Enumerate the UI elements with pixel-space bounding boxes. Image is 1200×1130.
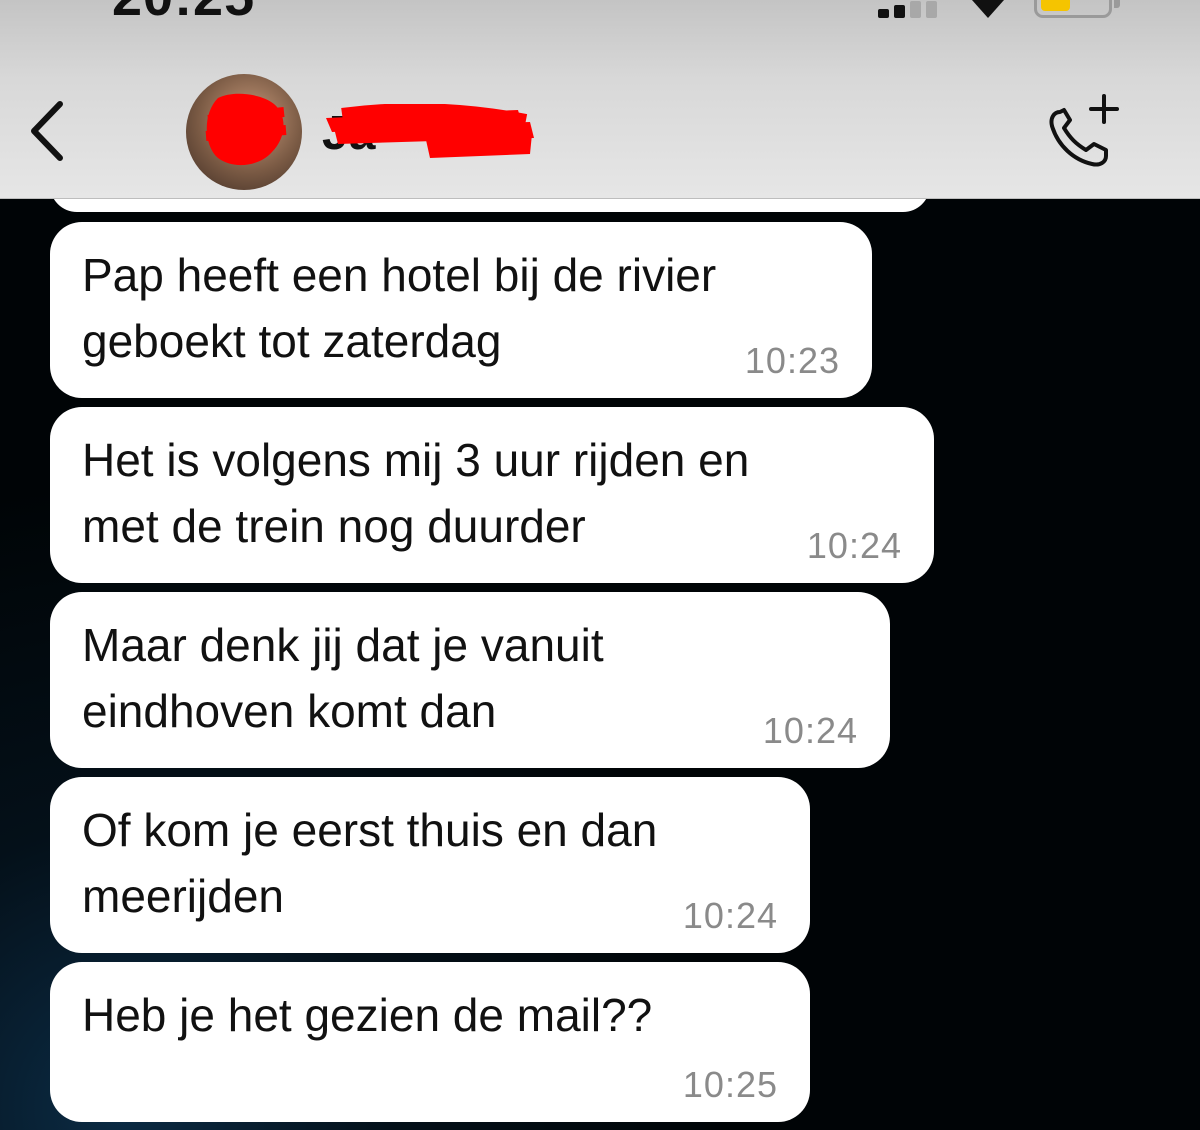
redaction-mark	[326, 104, 534, 158]
message-time: 10:24	[806, 525, 902, 566]
chat-screen: 20:25 Ja	[0, 0, 1200, 1130]
phone-plus-icon	[1049, 94, 1119, 167]
message-bubble[interactable]: Of kom je eerst thuis en dan meerijden 1…	[50, 777, 810, 953]
message-bubble[interactable]: Pap heeft een hotel bij de rivier geboek…	[50, 222, 872, 398]
redaction-mark	[205, 93, 287, 166]
wifi-icon	[972, 0, 1004, 18]
message-text: Het is volgens mij 3 uur rijden en met d…	[82, 434, 750, 552]
add-call-button[interactable]	[1040, 92, 1124, 170]
message-time: 10:24	[762, 710, 858, 751]
message-text: Maar denk jij dat je vanuit eindhoven ko…	[82, 619, 604, 737]
signal-icon	[878, 0, 940, 18]
status-time: 20:25	[112, 0, 255, 28]
chat-header: 20:25 Ja	[0, 0, 1200, 199]
message-text: Of kom je eerst thuis en dan meerijden	[82, 804, 658, 922]
message-time: 10:24	[682, 895, 778, 936]
back-button[interactable]	[20, 96, 80, 166]
message-bubble[interactable]: Het is volgens mij 3 uur rijden en met d…	[50, 407, 934, 583]
battery-tip	[1114, 0, 1120, 8]
message-text: Pap heeft een hotel bij de rivier geboek…	[82, 249, 717, 367]
chevron-left-icon	[31, 101, 63, 161]
message-bubble[interactable]: Heb je het gezien de mail?? 10:25	[50, 962, 810, 1122]
message-text: Heb je het gezien de mail??	[82, 989, 653, 1041]
message-time: 10:23	[744, 340, 840, 381]
battery-icon	[1034, 0, 1112, 18]
message-list[interactable]: Pap heeft een hotel bij de rivier geboek…	[0, 158, 1200, 1130]
message-time: 10:25	[682, 1064, 778, 1105]
battery-level	[1041, 0, 1070, 11]
message-bubble[interactable]: Maar denk jij dat je vanuit eindhoven ko…	[50, 592, 890, 768]
